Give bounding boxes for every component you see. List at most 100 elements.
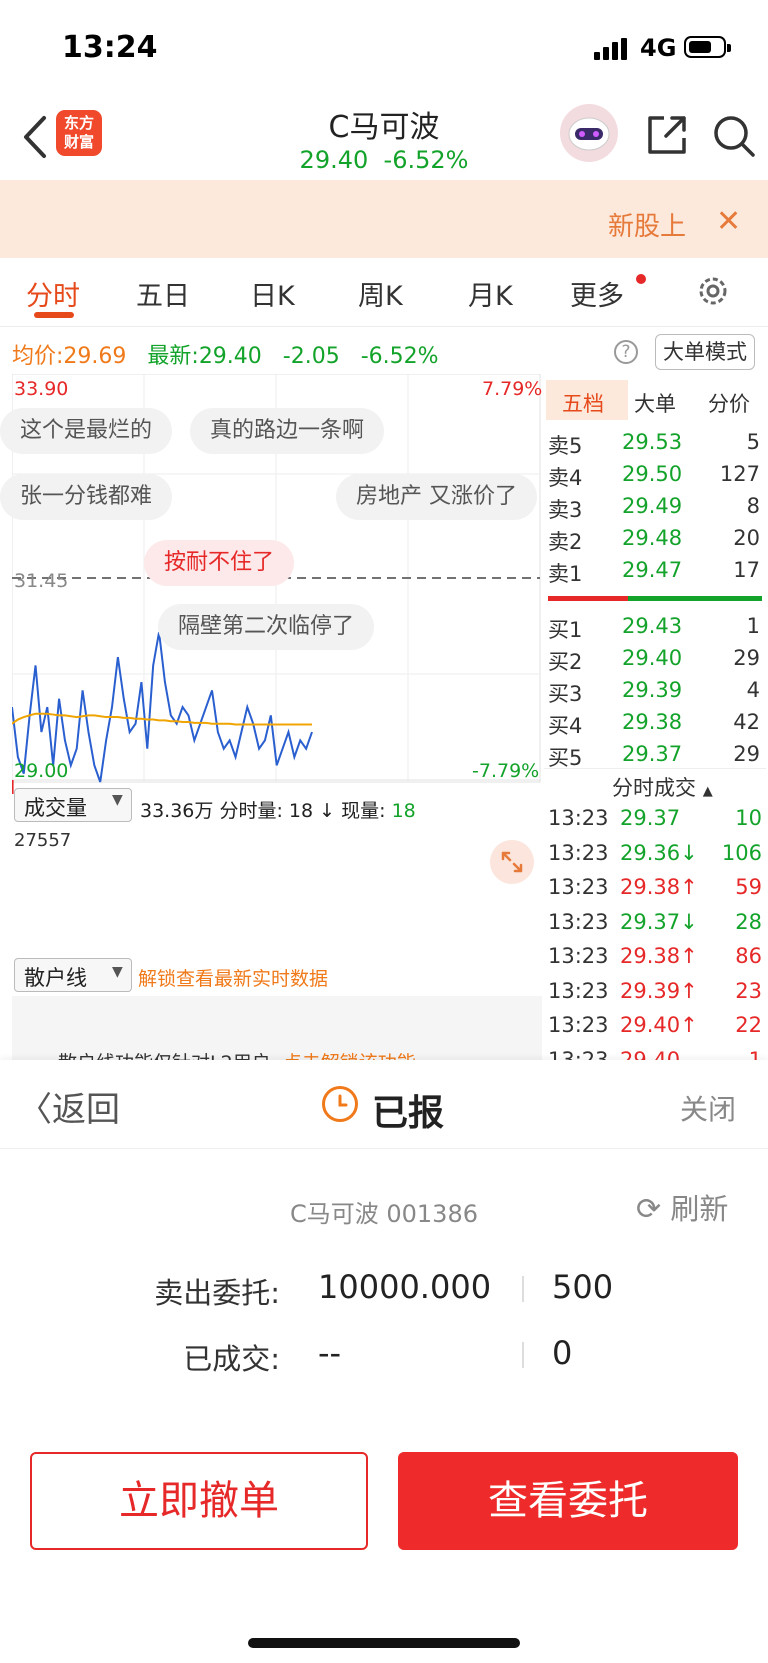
notification-dot (636, 274, 646, 284)
ask-label: 卖1 (548, 562, 583, 586)
danmu-comment[interactable]: 张一分钱都难 (0, 474, 173, 520)
big-order-mode-button[interactable]: 大单模式 (655, 334, 755, 370)
divider (544, 768, 766, 769)
tick-time: 13:23 (548, 978, 609, 1003)
view-orders-button[interactable]: 查看委托 (398, 1452, 738, 1550)
y-axis-low-pct: -7.79% (472, 760, 540, 782)
header-change-pct: -6.52% (383, 146, 469, 174)
danmu-comment[interactable]: 房地产 又涨价了 (336, 474, 537, 520)
y-axis-high-pct: 7.79% (482, 378, 543, 400)
ask-price: 29.49 (622, 494, 683, 518)
caret-up-icon: ▲ (702, 784, 713, 799)
tick-row: 13:23 29.38↑ 86 (548, 944, 762, 974)
ask-volume: 20 (733, 526, 760, 550)
tab-weekly-k[interactable]: 周K (358, 274, 403, 313)
tick-volume: 106 (721, 840, 762, 865)
header-price: 29.40 (299, 146, 369, 174)
sheet-close-button[interactable]: 关闭 (680, 1088, 736, 1128)
danmu-comment[interactable]: 按耐不住了 (144, 540, 295, 586)
signal-icon (594, 38, 627, 60)
indicator-select-label: 成交量 (24, 796, 87, 820)
bid-volume: 42 (733, 710, 760, 734)
chevron-down-icon: ▼ (112, 964, 123, 980)
tick-price: 29.38↑ (620, 875, 698, 899)
bid-price: 29.43 (622, 614, 683, 638)
robot-assistant-icon[interactable] (560, 104, 618, 162)
ask-row[interactable]: 卖4 29.50 127 (548, 462, 760, 492)
tick-volume: 22 (735, 1013, 762, 1037)
tick-row: 13:23 29.39↑ 23 (548, 979, 762, 1009)
sell-order-label: 卖出委托: (154, 1276, 280, 1310)
ob-tab-big-orders[interactable]: 大单 (634, 388, 676, 418)
ask-label: 卖3 (548, 498, 583, 522)
tab-intraday[interactable]: 分时 (26, 274, 80, 313)
tab-daily-k[interactable]: 日K (250, 274, 295, 313)
home-indicator[interactable] (248, 1638, 520, 1648)
bid-row[interactable]: 买3 29.39 4 (548, 678, 760, 708)
tick-time: 13:23 (548, 875, 609, 899)
ticks-title[interactable]: 分时成交 ▲ (612, 772, 713, 802)
bid-volume: 1 (746, 614, 760, 638)
chevron-left-icon: 〈 (18, 1090, 52, 1130)
bid-label: 买4 (548, 714, 583, 738)
bid-row[interactable]: 买1 29.43 1 (548, 614, 760, 644)
danmu-comment[interactable]: 隔壁第二次临停了 (158, 604, 375, 650)
tab-five-day[interactable]: 五日 (136, 274, 190, 313)
bid-volume: 29 (733, 742, 760, 766)
ask-volume: 17 (733, 558, 760, 582)
banner-close-icon[interactable]: ✕ (716, 204, 741, 239)
share-icon[interactable] (646, 114, 688, 156)
y-axis-reference: 31.45 (14, 570, 69, 592)
clock-icon (322, 1086, 358, 1122)
bid-volume: 4 (746, 678, 760, 702)
unlock-link[interactable]: 解锁查看最新实时数据 (138, 964, 328, 991)
cancel-order-button[interactable]: 立即撤单 (30, 1452, 368, 1550)
bid-strength-bar (628, 596, 762, 601)
sheet-back-button[interactable]: 〈返回 (18, 1082, 120, 1131)
bid-label: 买2 (548, 650, 583, 674)
volume-summary: 33.36万 分时量: 18 ↓ 现量: 18 (140, 800, 416, 822)
ask-row[interactable]: 卖5 29.53 5 (548, 430, 760, 460)
danmu-comment[interactable]: 这个是最烂的 (0, 408, 173, 454)
search-icon[interactable] (712, 114, 756, 158)
ask-row[interactable]: 卖1 29.47 17 (548, 558, 760, 588)
ob-tab-five-levels[interactable]: 五档 (562, 388, 604, 418)
bid-row[interactable]: 买4 29.38 42 (548, 710, 760, 740)
refresh-button[interactable]: ⟳ 刷新 (636, 1186, 728, 1228)
ask-label: 卖5 (548, 434, 583, 458)
divider (522, 1342, 524, 1368)
ob-tab-price-dist[interactable]: 分价 (708, 388, 750, 418)
expand-icon[interactable] (490, 840, 534, 884)
ask-volume: 8 (746, 494, 760, 518)
ask-label: 卖4 (548, 466, 583, 490)
tick-volume: 86 (735, 944, 762, 968)
bid-row[interactable]: 买2 29.40 29 (548, 646, 760, 676)
ask-row[interactable]: 卖2 29.48 20 (548, 526, 760, 556)
divider (0, 326, 768, 327)
help-icon[interactable]: ? (614, 340, 638, 364)
bid-volume: 29 (733, 646, 760, 670)
tick-time: 13:23 (548, 909, 609, 934)
ask-row[interactable]: 卖3 29.49 8 (548, 494, 760, 524)
gear-icon[interactable] (696, 274, 730, 308)
tab-more[interactable]: 更多 (570, 274, 624, 313)
network-type: 4G (640, 34, 677, 62)
tick-volume: 28 (735, 909, 762, 934)
tick-volume: 10 (735, 806, 762, 830)
battery-icon (684, 36, 731, 58)
tick-volume: 59 (735, 875, 762, 899)
retail-select-label: 散户线 (24, 966, 87, 990)
tick-time: 13:23 (548, 806, 609, 830)
bid-price: 29.40 (622, 646, 683, 670)
tick-time: 13:23 (548, 1013, 609, 1037)
ask-price: 29.48 (622, 526, 683, 550)
ask-volume: 127 (719, 462, 760, 486)
status-time: 13:24 (62, 30, 158, 65)
bid-label: 买3 (548, 682, 583, 706)
danmu-comment[interactable]: 真的路边一条啊 (190, 408, 385, 454)
tab-monthly-k[interactable]: 月K (468, 274, 513, 313)
tick-time: 13:23 (548, 840, 609, 865)
tick-row: 13:23 29.37↓ 28 (548, 910, 762, 940)
tick-row: 13:23 29.36↓ 106 (548, 841, 762, 871)
ask-price: 29.53 (622, 430, 683, 454)
